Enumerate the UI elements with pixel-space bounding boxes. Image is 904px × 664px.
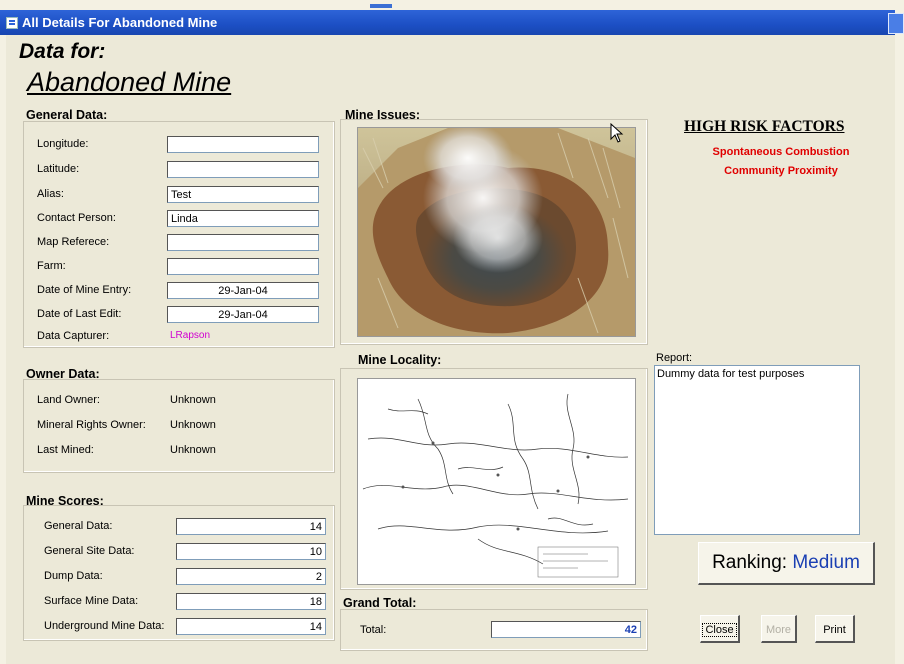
total-field[interactable]: 42 bbox=[491, 621, 641, 638]
score-dump-data-field[interactable]: 2 bbox=[176, 568, 326, 585]
window-top-edge bbox=[370, 4, 392, 8]
latitude-label: Latitude: bbox=[37, 163, 80, 175]
alias-field[interactable]: Test bbox=[167, 186, 319, 203]
land-owner-value: Unknown bbox=[170, 394, 216, 406]
form-icon bbox=[6, 17, 18, 29]
date-mine-entry-label: Date of Mine Entry: bbox=[37, 284, 132, 296]
total-label: Total: bbox=[360, 624, 387, 636]
mine-name-heading: Abandoned Mine bbox=[27, 67, 232, 97]
mineral-rights-owner-value: Unknown bbox=[170, 419, 216, 431]
close-button[interactable]: Close bbox=[700, 615, 740, 643]
score-dump-data-label: Dump Data: bbox=[44, 570, 103, 582]
alias-label: Alias: bbox=[37, 188, 64, 200]
data-for-heading: Data for: bbox=[19, 40, 106, 63]
date-mine-entry-field[interactable]: 29-Jan-04 bbox=[167, 282, 319, 299]
data-capturer-value: LRapson bbox=[170, 330, 211, 341]
close-button-label: Close bbox=[702, 623, 737, 637]
print-button[interactable]: Print bbox=[815, 615, 855, 643]
farm-field[interactable] bbox=[167, 258, 319, 275]
score-general-site-field[interactable]: 10 bbox=[176, 543, 326, 560]
risk-factor-item: Community Proximity bbox=[724, 165, 838, 177]
score-underground-mine-label: Underground Mine Data: bbox=[44, 620, 165, 632]
score-general-site-label: General Site Data: bbox=[44, 545, 135, 557]
ranking-value: Medium bbox=[792, 552, 860, 573]
window-title: All Details For Abandoned Mine bbox=[22, 15, 218, 30]
score-surface-mine-field[interactable]: 18 bbox=[176, 593, 326, 610]
report-textarea[interactable]: Dummy data for test purposes bbox=[654, 365, 860, 535]
report-label: Report: bbox=[656, 352, 693, 364]
title-bar[interactable]: All Details For Abandoned Mine bbox=[0, 10, 904, 35]
map-reference-label: Map Referece: bbox=[37, 236, 110, 248]
last-mined-label: Last Mined: bbox=[37, 444, 94, 456]
score-general-data-field[interactable]: 14 bbox=[176, 518, 326, 535]
mine-locality-map bbox=[357, 378, 636, 585]
date-last-edit-label: Date of Last Edit: bbox=[37, 308, 122, 320]
map-reference-field[interactable] bbox=[167, 234, 319, 251]
longitude-label: Longitude: bbox=[37, 138, 89, 150]
risk-factor-item: Spontaneous Combustion bbox=[712, 146, 850, 158]
mineral-rights-owner-label: Mineral Rights Owner: bbox=[37, 419, 146, 431]
mine-issue-photo bbox=[357, 127, 636, 337]
ranking-display: Ranking: Medium bbox=[698, 542, 875, 585]
grand-total-title: Grand Total: bbox=[343, 596, 417, 610]
data-capturer-label: Data Capturer: bbox=[37, 330, 110, 342]
general-data-title: General Data: bbox=[26, 108, 108, 122]
mouse-pointer-icon bbox=[610, 123, 624, 143]
latitude-field[interactable] bbox=[167, 161, 319, 178]
score-general-data-label: General Data: bbox=[44, 520, 113, 532]
high-risk-factors-title: HIGH RISK FACTORS bbox=[684, 118, 845, 135]
land-owner-label: Land Owner: bbox=[37, 394, 100, 406]
mine-locality-title: Mine Locality: bbox=[358, 353, 442, 367]
mine-details-form: Data for: Abandoned Mine General Data: L… bbox=[6, 35, 895, 664]
farm-label: Farm: bbox=[37, 260, 66, 272]
ranking-label: Ranking: bbox=[712, 552, 788, 573]
contact-person-label: Contact Person: bbox=[37, 212, 116, 224]
score-surface-mine-label: Surface Mine Data: bbox=[44, 595, 139, 607]
window-control-button[interactable] bbox=[888, 13, 904, 34]
date-last-edit-field[interactable]: 29-Jan-04 bbox=[167, 306, 319, 323]
contact-person-field[interactable]: Linda bbox=[167, 210, 319, 227]
more-button[interactable]: More bbox=[761, 615, 797, 643]
score-underground-mine-field[interactable]: 14 bbox=[176, 618, 326, 635]
last-mined-value: Unknown bbox=[170, 444, 216, 456]
longitude-field[interactable] bbox=[167, 136, 319, 153]
